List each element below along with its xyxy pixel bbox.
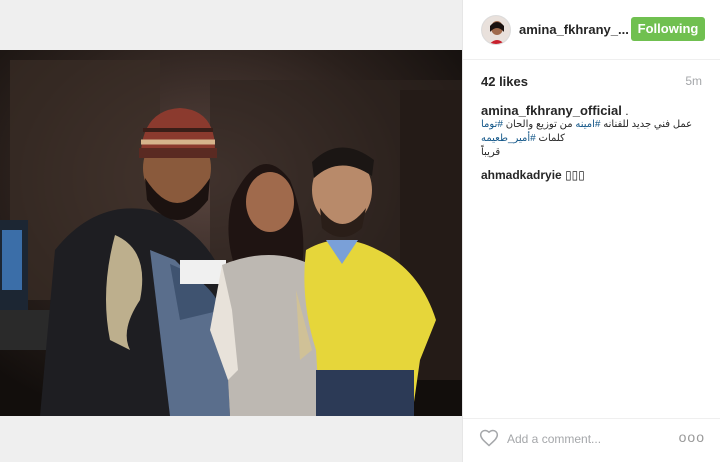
avatar-image — [482, 16, 510, 44]
hashtag-toma[interactable]: #توما — [481, 119, 503, 130]
post-photo[interactable] — [0, 50, 462, 416]
caption-line-1-rest: من توزيع والحان — [502, 119, 576, 130]
comment-author[interactable]: ahmadkadryie — [481, 168, 562, 182]
caption-line-3-text: قريباً — [481, 147, 501, 158]
hashtag-amir[interactable]: #أمير_طعيمه — [481, 133, 536, 144]
caption-line-3: قريباً — [481, 146, 703, 160]
post-caption: amina_fkhrany_official . عمل فني جديد لل… — [481, 104, 703, 160]
more-options-icon[interactable]: ooo — [679, 429, 705, 445]
caption-author-suffix: . — [621, 104, 629, 118]
photo-panel — [0, 0, 462, 462]
caption-line-1-text: عمل فني جديد للفنانه — [600, 119, 693, 130]
following-button[interactable]: Following — [631, 17, 705, 41]
hashtag-amina[interactable]: #امينه — [575, 119, 600, 130]
post-username[interactable]: amina_fkhrany_... — [519, 22, 629, 37]
post-sidebar: amina_fkhrany_... Following 42 likes 5m … — [462, 0, 720, 462]
heart-outline-icon[interactable] — [479, 428, 499, 448]
caption-line-1: عمل فني جديد للفنانه #امينه من توزيع وال… — [481, 118, 703, 132]
post-footer: ooo — [463, 418, 720, 462]
caption-line-2: كلمات #أمير_طعيمه — [481, 132, 703, 146]
comment-text: ▯▯▯ — [565, 168, 585, 182]
post-time[interactable]: 5m — [685, 74, 702, 88]
add-comment-input[interactable] — [507, 428, 677, 450]
photo-illustration — [0, 50, 462, 416]
post-header: amina_fkhrany_... Following — [463, 0, 720, 60]
caption-author[interactable]: amina_fkhrany_official — [481, 103, 622, 118]
likes-count[interactable]: 42 likes — [481, 74, 528, 89]
caption-line-2-text: كلمات — [535, 133, 565, 144]
comment-item: ahmadkadryie ▯▯▯ — [481, 168, 585, 182]
avatar[interactable] — [481, 15, 511, 45]
